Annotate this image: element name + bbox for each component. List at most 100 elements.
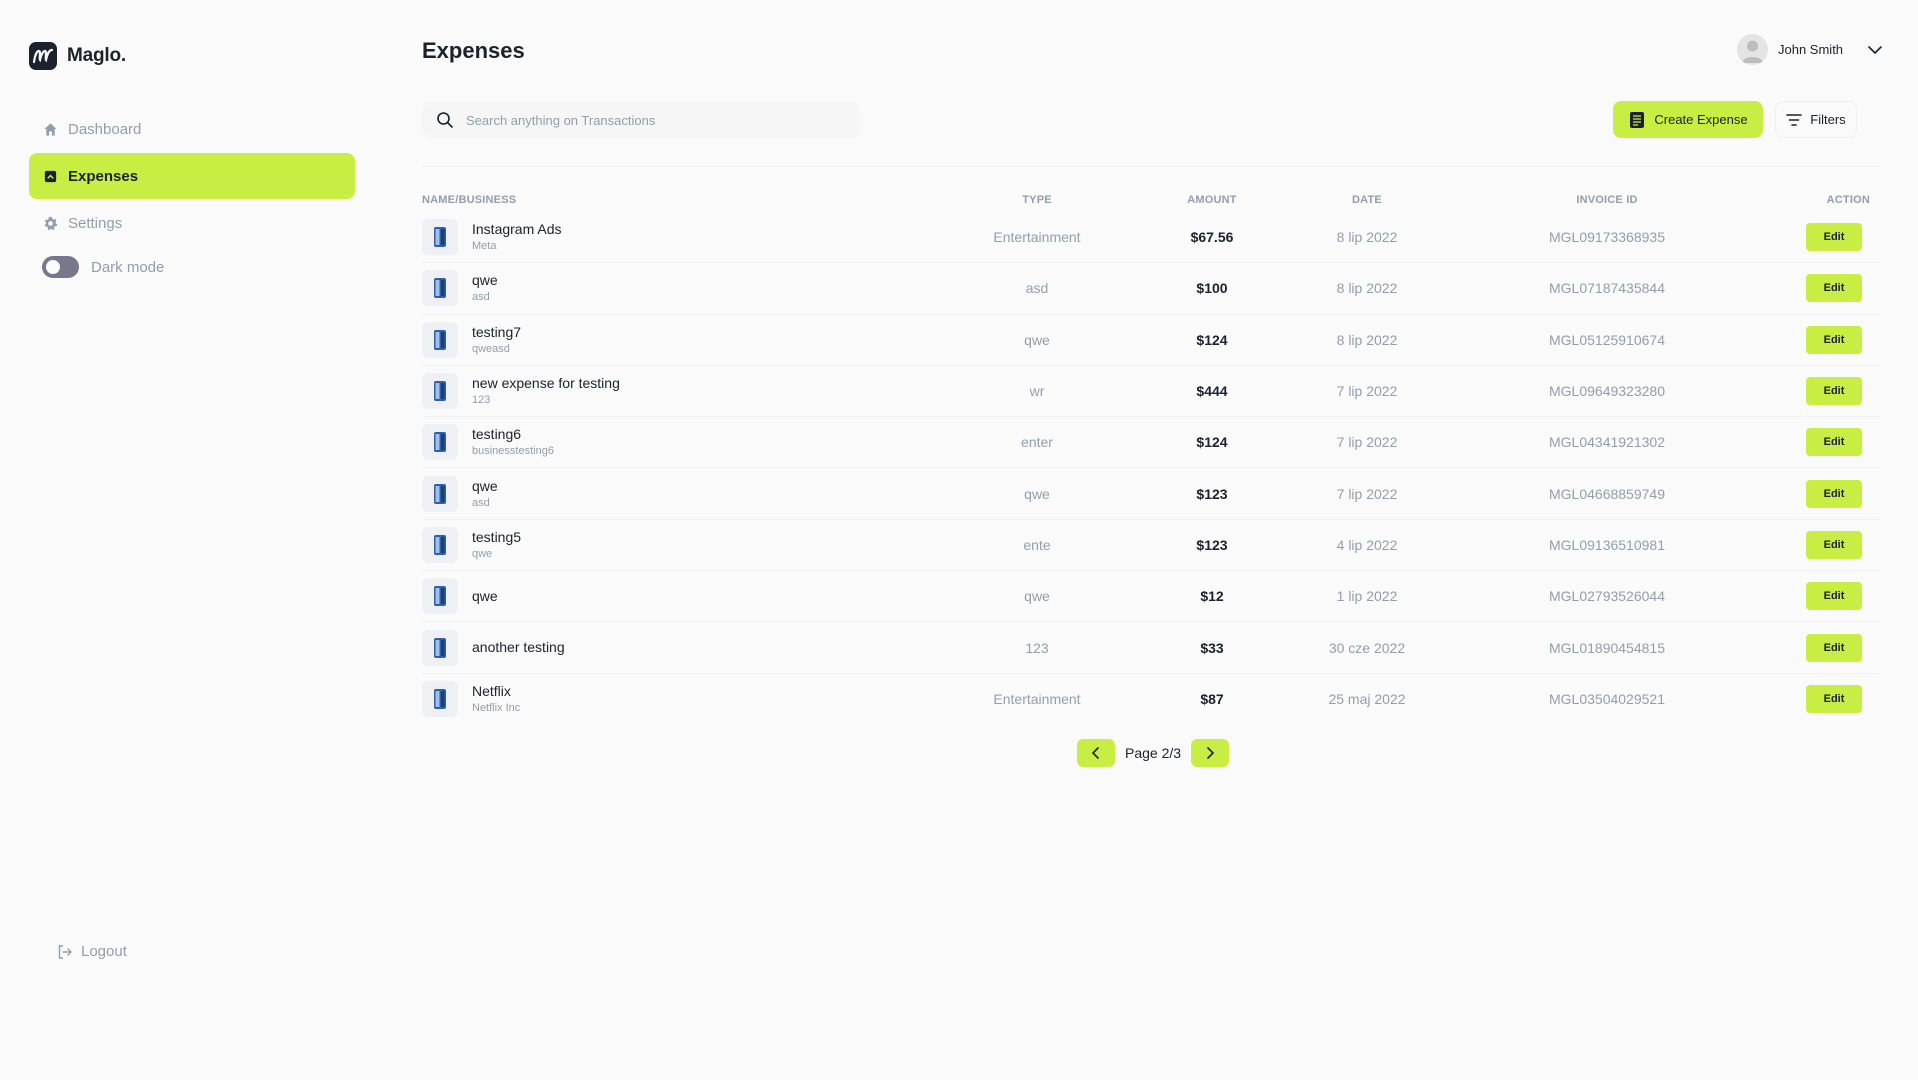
page-title: Expenses — [422, 38, 525, 63]
row-action-cell: Edit — [1742, 223, 1880, 252]
prev-page-button[interactable] — [1077, 739, 1115, 767]
table-row[interactable]: qwe asd asd $100 8 lip 2022 MGL071874358… — [422, 263, 1880, 315]
table-row[interactable]: testing6 businesstesting6 enter $124 7 l… — [422, 417, 1880, 469]
row-amount: $124 — [1196, 434, 1228, 451]
edit-button[interactable]: Edit — [1806, 582, 1862, 611]
row-action-cell: Edit — [1742, 325, 1880, 354]
row-type: ente — [1023, 536, 1051, 553]
edit-button[interactable]: Edit — [1806, 479, 1862, 508]
dark-mode-label: Dark mode — [91, 258, 165, 276]
filters-label: Filters — [1810, 112, 1846, 127]
row-date: 8 lip 2022 — [1336, 331, 1398, 348]
row-name: testing6 — [472, 426, 522, 443]
row-name: testing7 — [472, 323, 522, 340]
item-thumbnail-icon — [422, 475, 458, 512]
divider — [422, 166, 1880, 167]
logout-button[interactable]: Logout — [57, 943, 127, 960]
row-name-cell: qwe asd — [422, 270, 912, 307]
item-thumbnail-icon — [422, 526, 458, 563]
item-thumbnail-icon — [422, 424, 458, 461]
table-row[interactable]: another testing 123 $33 30 cze 2022 MGL0… — [422, 622, 1880, 674]
edit-button[interactable]: Edit — [1806, 325, 1862, 354]
edit-button[interactable]: Edit — [1806, 377, 1862, 406]
item-thumbnail-icon — [422, 219, 458, 256]
edit-button[interactable]: Edit — [1806, 685, 1862, 714]
row-amount: $33 — [1200, 639, 1224, 656]
row-name: testing5 — [472, 528, 522, 545]
user-name: John Smith — [1778, 42, 1844, 57]
row-name-cell: testing5 qwe — [422, 526, 912, 563]
item-thumbnail-icon — [422, 321, 458, 358]
edit-button[interactable]: Edit — [1806, 633, 1862, 662]
column-header-invoice[interactable]: INVOICE ID — [1472, 194, 1742, 212]
home-icon — [44, 122, 57, 136]
filters-button[interactable]: Filters — [1775, 101, 1857, 138]
column-header-type[interactable]: TYPE — [912, 194, 1162, 212]
row-type: qwe — [1024, 588, 1050, 605]
chevron-right-icon — [1207, 747, 1215, 759]
edit-button[interactable]: Edit — [1806, 274, 1862, 303]
row-business: qweasd — [472, 342, 510, 355]
sidebar-nav: Dashboard Expenses Settings — [29, 106, 355, 247]
column-header-name[interactable]: NAME/BUSINESS — [422, 194, 912, 212]
edit-button[interactable]: Edit — [1806, 428, 1862, 457]
sidebar-item-settings[interactable]: Settings — [29, 200, 355, 246]
row-name-cell: qwe — [422, 578, 912, 615]
search-input[interactable] — [466, 112, 826, 128]
table-row[interactable]: Instagram Ads Meta Entertainment $67.56 … — [422, 212, 1880, 264]
row-date: 7 lip 2022 — [1336, 485, 1398, 502]
sidebar-item-label: Settings — [68, 214, 123, 232]
row-date: 4 lip 2022 — [1336, 536, 1398, 553]
item-thumbnail-icon — [422, 373, 458, 410]
dark-mode-toggle[interactable] — [42, 256, 79, 278]
name-block: testing7 qweasd — [472, 323, 521, 357]
gear-icon — [44, 216, 58, 230]
row-amount: $124 — [1196, 331, 1228, 348]
row-name: qwe — [472, 477, 498, 494]
chevron-down-icon[interactable] — [1865, 43, 1885, 57]
row-amount: $100 — [1196, 280, 1228, 297]
table-body: Instagram Ads Meta Entertainment $67.56 … — [422, 212, 1880, 725]
row-name-cell: qwe asd — [422, 475, 912, 512]
column-header-date[interactable]: DATE — [1262, 194, 1472, 212]
row-amount: $67.56 — [1190, 229, 1234, 246]
table-row[interactable]: testing5 qwe ente $123 4 lip 2022 MGL091… — [422, 520, 1880, 572]
row-amount: $123 — [1196, 485, 1228, 502]
create-expense-label: Create Expense — [1654, 112, 1748, 127]
row-business: asd — [472, 291, 490, 304]
create-expense-button[interactable]: Create Expense — [1613, 101, 1763, 138]
row-type: 123 — [1025, 639, 1049, 656]
row-invoice-id: MGL01890454815 — [1549, 639, 1665, 656]
row-name: qwe — [472, 272, 498, 289]
row-invoice-id: MGL04668859749 — [1549, 485, 1665, 502]
table-row[interactable]: qwe asd qwe $123 7 lip 2022 MGL046688597… — [422, 468, 1880, 520]
row-name-cell: another testing — [422, 629, 912, 666]
edit-button[interactable]: Edit — [1806, 223, 1862, 252]
row-invoice-id: MGL03504029521 — [1549, 691, 1665, 708]
row-type: qwe — [1024, 485, 1050, 502]
logout-label: Logout — [81, 943, 127, 960]
user-menu[interactable]: John Smith — [1737, 34, 1885, 65]
table-row[interactable]: new expense for testing 123 wr $444 7 li… — [422, 366, 1880, 418]
table-row[interactable]: testing7 qweasd qwe $124 8 lip 2022 MGL0… — [422, 315, 1880, 366]
row-date: 30 cze 2022 — [1328, 639, 1406, 656]
edit-button[interactable]: Edit — [1806, 530, 1862, 559]
table-row[interactable]: qwe qwe $12 1 lip 2022 MGL02793526044 Ed… — [422, 571, 1880, 623]
sidebar-item-expenses[interactable]: Expenses — [29, 153, 355, 199]
row-type: Entertainment — [993, 691, 1081, 708]
row-amount: $87 — [1200, 691, 1224, 708]
filter-icon — [1786, 113, 1803, 126]
next-page-button[interactable] — [1191, 739, 1230, 767]
app-logo[interactable]: Maglo. — [29, 42, 126, 70]
table-row[interactable]: Netflix Netflix Inc Entertainment $87 25… — [422, 674, 1880, 725]
row-name: new expense for testing — [472, 375, 620, 392]
row-invoice-id: MGL07187435844 — [1549, 280, 1665, 297]
table-header: NAME/BUSINESS TYPE AMOUNT DATE INVOICE I… — [422, 194, 1880, 212]
sidebar: Maglo. Dashboard Expenses Settings Dark … — [0, 0, 384, 1080]
sidebar-item-dashboard[interactable]: Dashboard — [29, 106, 355, 152]
pagination: Page 2/3 — [1077, 739, 1230, 767]
expenses-table: NAME/BUSINESS TYPE AMOUNT DATE INVOICE I… — [422, 194, 1880, 725]
row-business: Meta — [472, 240, 497, 253]
column-header-amount[interactable]: AMOUNT — [1162, 194, 1262, 212]
item-thumbnail-icon — [422, 629, 458, 666]
